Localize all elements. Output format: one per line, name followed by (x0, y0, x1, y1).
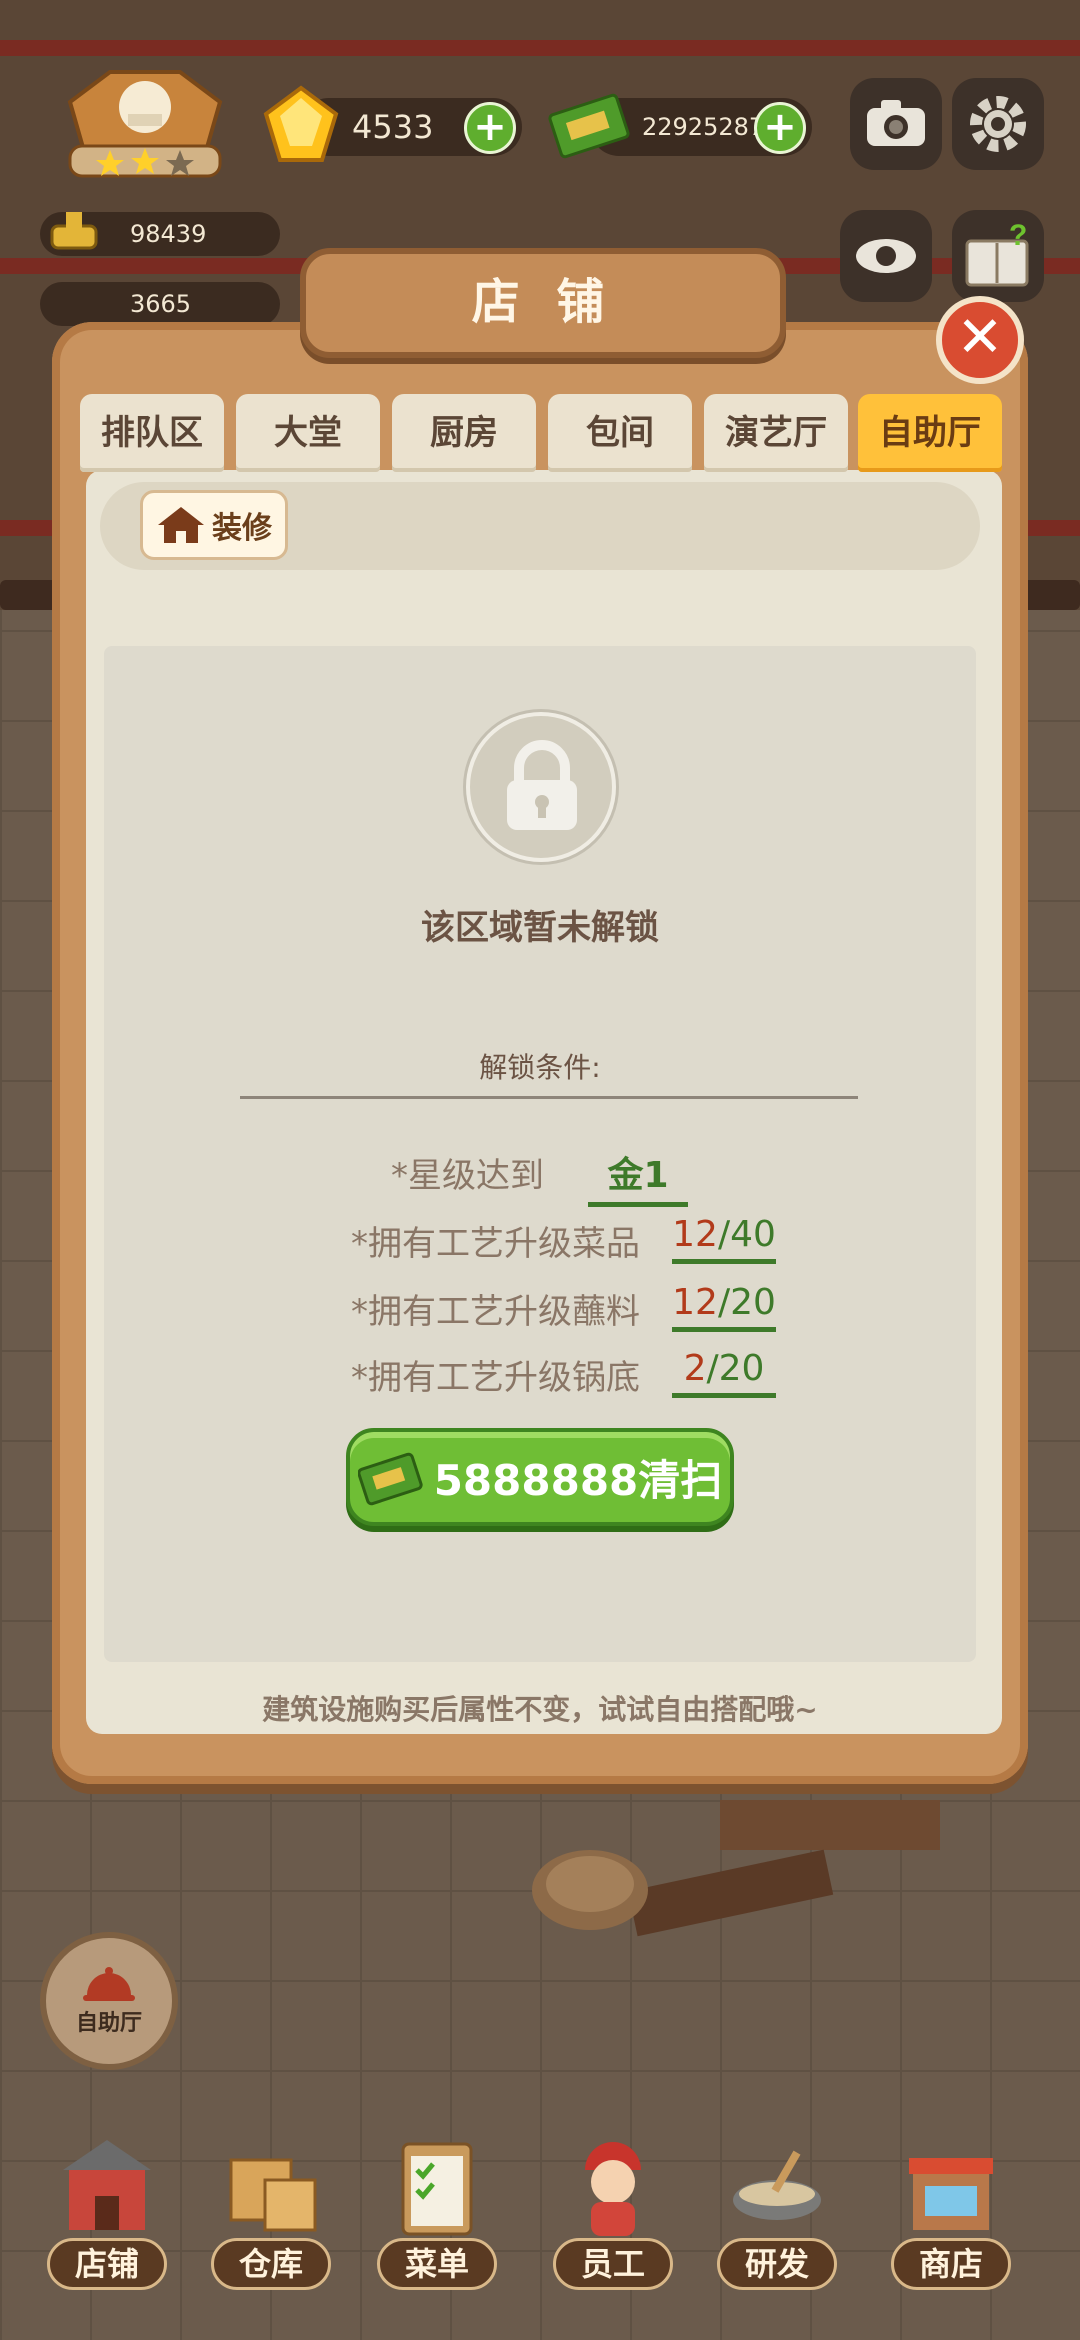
cash-icon (357, 1452, 423, 1506)
box-icon (229, 2158, 317, 2232)
requirement-dishes-value: 12/40 (672, 1214, 776, 1264)
clean-unlock-button[interactable]: 5888888清扫 (346, 1428, 734, 1526)
nav-shop[interactable]: 店铺 (42, 2130, 172, 2300)
view-toggle-button[interactable] (840, 210, 932, 302)
requirement-sauce-value: 12/20 (672, 1282, 776, 1332)
wok-icon (733, 2150, 821, 2220)
tab-performance-hall[interactable]: 演艺厅 (704, 394, 848, 472)
nav-warehouse-label: 仓库 (211, 2238, 331, 2290)
resource-b-amount: 3665 (130, 290, 192, 318)
svg-text:?: ? (1009, 223, 1027, 252)
clean-unlock-label: 5888888清扫 (433, 1455, 723, 1505)
requirement-star-label: *星级达到 (391, 1156, 544, 1196)
chef-star-badge-icon[interactable] (50, 62, 240, 192)
requirement-broth-value: 2/20 (672, 1348, 776, 1398)
unlock-conditions-title: 解锁条件: (479, 1051, 601, 1084)
resource-counter-b: 3665 (40, 282, 280, 326)
nav-store[interactable]: 商店 (886, 2130, 1016, 2300)
lock-icon (507, 740, 577, 830)
decorate-label: 装修 (212, 511, 272, 546)
close-icon: ✕ (956, 305, 1004, 370)
store-icon (909, 2158, 993, 2230)
help-book-button[interactable]: ? (952, 210, 1044, 302)
tab-private-room[interactable]: 包间 (548, 394, 692, 472)
clipboard-icon (401, 2142, 473, 2236)
nav-research[interactable]: 研发 (712, 2130, 842, 2300)
requirement-star-value: 金1 (588, 1146, 688, 1207)
tab-queue-area[interactable]: 排队区 (80, 394, 224, 472)
conditions-divider (240, 1096, 858, 1099)
broth-total: /20 (706, 1348, 765, 1389)
broken-furniture-decor (532, 1800, 940, 1937)
panel-title: 店 铺 (300, 248, 786, 358)
shop-building-icon (63, 2140, 151, 2230)
requirement-dishes-label: *拥有工艺升级菜品 (351, 1224, 640, 1264)
nav-shop-label: 店铺 (47, 2238, 167, 2290)
nav-menu[interactable]: 菜单 (372, 2130, 502, 2300)
help-book-icon: ? (965, 223, 1029, 287)
add-cash-button[interactable]: + (754, 102, 806, 154)
settings-button[interactable] (952, 78, 1044, 170)
add-gems-button[interactable]: + (464, 102, 516, 154)
broth-current: 2 (683, 1348, 707, 1389)
house-icon (158, 507, 204, 543)
nav-staff-label: 员工 (553, 2238, 673, 2290)
camera-icon (867, 100, 925, 146)
gear-icon (970, 96, 1026, 152)
nav-warehouse[interactable]: 仓库 (206, 2130, 336, 2300)
decorate-button[interactable]: 装修 (140, 490, 288, 560)
sauce-total: /20 (717, 1282, 776, 1323)
nav-staff[interactable]: 员工 (548, 2130, 678, 2300)
tab-hall[interactable]: 大堂 (236, 394, 380, 472)
resource-a-amount: 98439 (130, 220, 207, 248)
requirement-broth-label: *拥有工艺升级锅底 (351, 1358, 640, 1398)
camera-button[interactable] (850, 78, 942, 170)
sauce-current: 12 (672, 1282, 718, 1323)
requirement-sauce-label: *拥有工艺升级蘸料 (351, 1292, 640, 1332)
buffet-hall-button[interactable]: 自助厅 (40, 1932, 178, 2070)
dishes-current: 12 (672, 1214, 718, 1255)
gem-amount: 4533 (352, 108, 434, 146)
tab-kitchen[interactable]: 厨房 (392, 394, 536, 472)
nav-research-label: 研发 (717, 2238, 837, 2290)
locked-message: 该区域暂未解锁 (421, 908, 659, 948)
gem-icon (263, 85, 339, 162)
nav-store-label: 商店 (891, 2238, 1011, 2290)
tab-buffet-hall[interactable]: 自助厅 (858, 394, 1002, 472)
close-button[interactable]: ✕ (936, 296, 1024, 384)
cloche-icon (83, 1967, 135, 2001)
buffet-hall-label: 自助厅 (75, 2011, 142, 2036)
lock-badge (466, 712, 616, 862)
cash-icon (548, 93, 630, 159)
wall-trim (0, 40, 1080, 56)
panel-tip: 建筑设施购买后属性不变，试试自由搭配哦~ (262, 1693, 818, 1726)
dishes-total: /40 (717, 1214, 776, 1255)
hotpot-icon (50, 212, 98, 250)
cash-amount: 22925287 (642, 113, 765, 141)
eye-icon (856, 239, 916, 273)
nav-menu-label: 菜单 (377, 2238, 497, 2290)
staff-icon (585, 2142, 641, 2236)
star-level-value: 金1 (607, 1155, 669, 1196)
